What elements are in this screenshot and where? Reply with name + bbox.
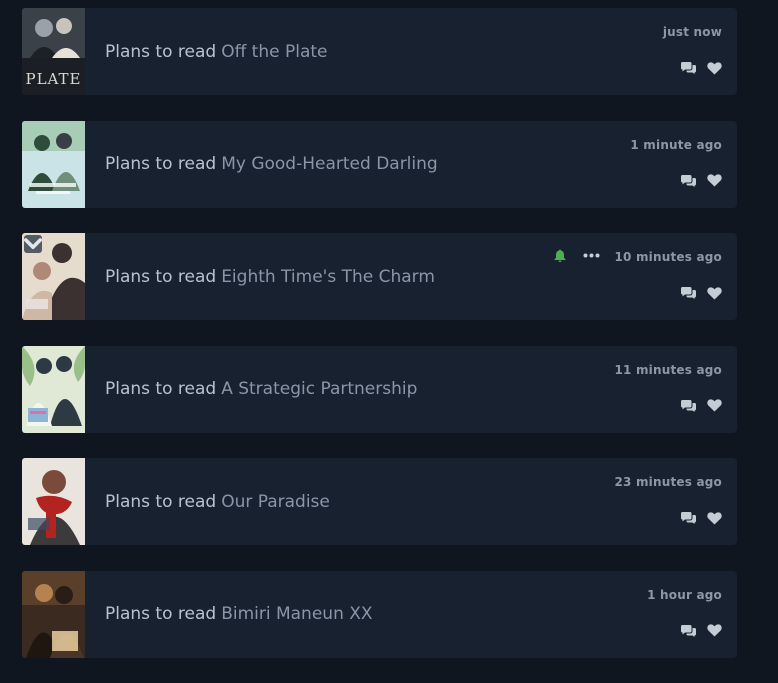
heart-icon[interactable] xyxy=(707,61,722,75)
media-title-link[interactable]: Bimiri Maneun XX xyxy=(221,604,372,624)
card-actions xyxy=(680,174,722,188)
cover-image[interactable]: PLATE xyxy=(22,8,85,95)
heart-icon[interactable] xyxy=(707,286,722,300)
comments-icon[interactable] xyxy=(680,286,697,300)
card-actions xyxy=(680,399,722,413)
card-actions xyxy=(680,511,722,525)
activity-card: Plans to read Bimiri Maneun XX 1 hour ag… xyxy=(22,570,737,658)
cover-art xyxy=(22,345,85,433)
status-label: Plans to read xyxy=(105,266,217,287)
activity-text: Plans to read Our Paradise xyxy=(105,458,330,545)
activity-card: Plans to read My Good-Hearted Darling 1 … xyxy=(22,120,737,208)
status-label: Plans to read xyxy=(105,604,217,624)
timestamp: just now xyxy=(662,25,722,39)
cover-image[interactable] xyxy=(22,120,85,208)
activity-text: Plans to read My Good-Hearted Darling xyxy=(105,121,438,208)
cover-image[interactable] xyxy=(22,233,85,320)
cover-art: PLATE xyxy=(22,8,85,95)
media-title-link[interactable]: Off the Plate xyxy=(221,42,327,62)
card-actions xyxy=(680,286,722,300)
heart-icon[interactable] xyxy=(707,624,722,637)
more-options-icon[interactable] xyxy=(583,253,600,258)
timestamp: 10 minutes ago xyxy=(614,250,722,264)
svg-text:PLATE: PLATE xyxy=(25,70,81,88)
cover-art xyxy=(22,458,85,545)
media-title-link[interactable]: Eighth Time's The Charm xyxy=(221,267,435,287)
activity-text: Plans to read A Strategic Partnership xyxy=(105,346,417,433)
card-actions xyxy=(680,624,722,638)
media-title-link[interactable]: My Good-Hearted Darling xyxy=(221,154,438,174)
timestamp: 11 minutes ago xyxy=(614,362,722,377)
cover-art xyxy=(22,570,85,658)
heart-icon[interactable] xyxy=(707,399,722,412)
comments-icon[interactable] xyxy=(680,624,697,638)
card-extras xyxy=(554,249,600,262)
activity-card: Plans to read A Strategic Partnership 11… xyxy=(22,345,737,433)
media-title-link[interactable]: Our Paradise xyxy=(221,492,330,512)
bell-icon[interactable] xyxy=(554,249,566,262)
comments-icon[interactable] xyxy=(680,174,697,188)
activity-text: Plans to read Bimiri Maneun XX xyxy=(105,571,373,658)
activity-card: PLATE Plans to read Off the Plate just n… xyxy=(22,8,737,95)
activity-feed: PLATE Plans to read Off the Plate just n… xyxy=(22,8,737,683)
cover-art xyxy=(22,120,85,208)
status-label: Plans to read xyxy=(105,154,217,174)
timestamp: 23 minutes ago xyxy=(614,475,722,489)
cover-image[interactable] xyxy=(22,570,85,658)
media-title-link[interactable]: A Strategic Partnership xyxy=(221,379,417,399)
timestamp: 1 minute ago xyxy=(630,137,722,152)
heart-icon[interactable] xyxy=(707,511,722,525)
cover-image[interactable] xyxy=(22,345,85,433)
comments-icon[interactable] xyxy=(680,511,697,525)
chevron-down-icon[interactable] xyxy=(24,235,42,253)
activity-card: Plans to read Eighth Time's The Charm 10… xyxy=(22,233,737,320)
activity-card: Plans to read Our Paradise 23 minutes ag… xyxy=(22,458,737,545)
heart-icon[interactable] xyxy=(707,174,722,187)
comments-icon[interactable] xyxy=(680,61,697,75)
status-label: Plans to read xyxy=(105,379,217,399)
timestamp: 1 hour ago xyxy=(647,587,722,602)
status-label: Plans to read xyxy=(105,41,217,62)
status-label: Plans to read xyxy=(105,491,217,512)
card-actions xyxy=(680,61,722,75)
cover-image[interactable] xyxy=(22,458,85,545)
activity-text: Plans to read Eighth Time's The Charm xyxy=(105,233,435,320)
activity-text: Plans to read Off the Plate xyxy=(105,8,328,95)
comments-icon[interactable] xyxy=(680,399,697,413)
